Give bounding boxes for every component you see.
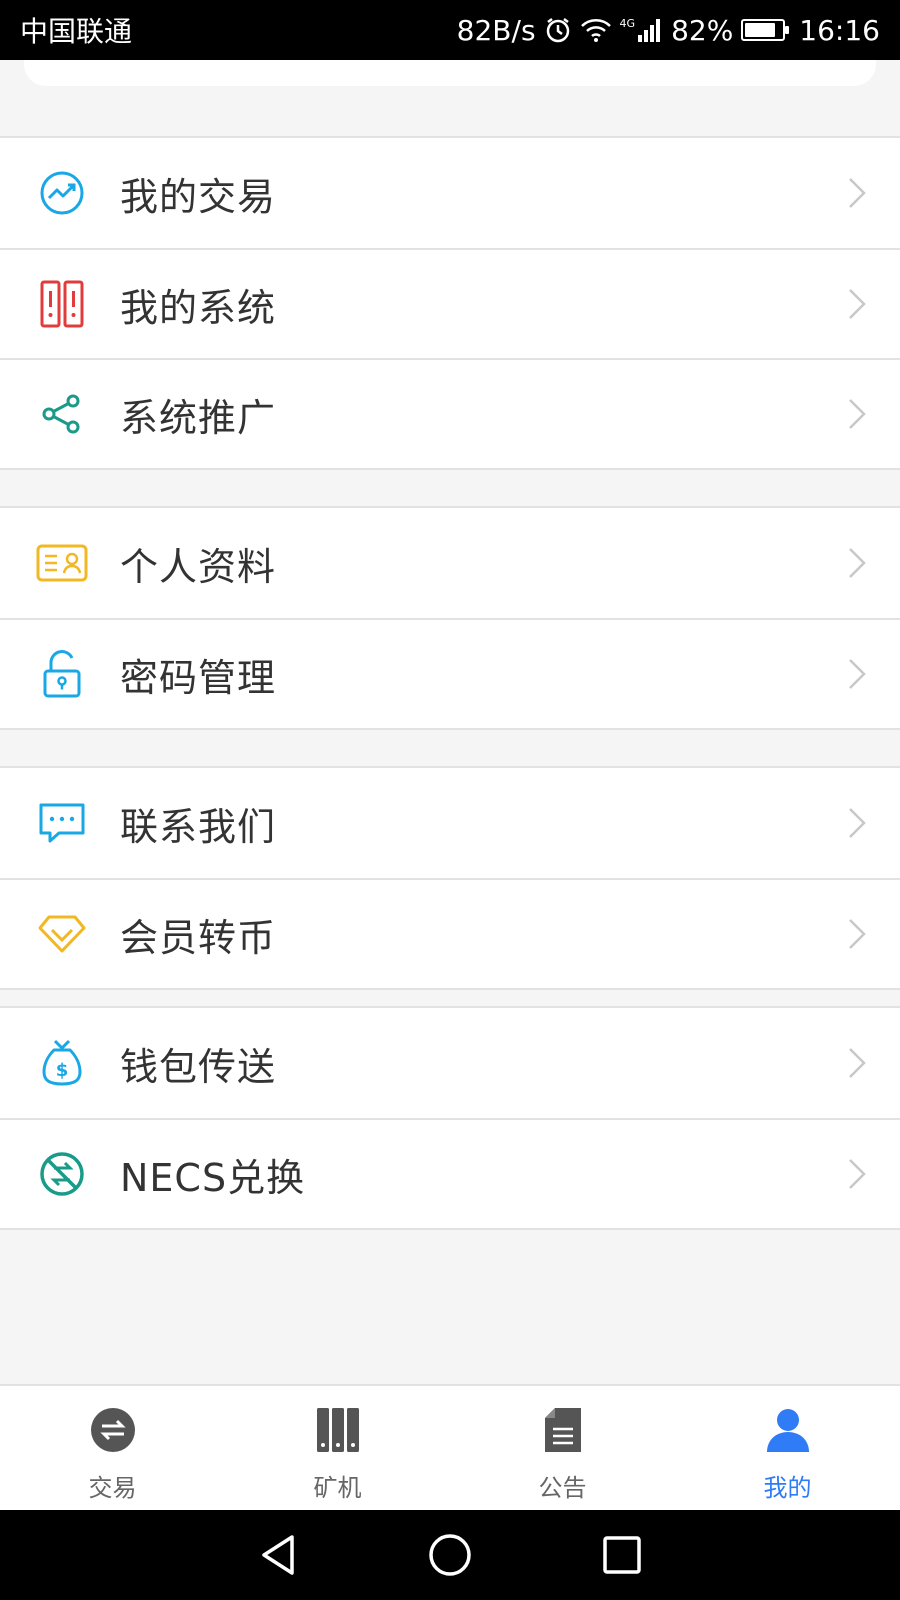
lock-icon: [36, 648, 88, 700]
network-speed: 82B/s: [456, 13, 536, 47]
menu-item-member-transfer[interactable]: 会员转币: [0, 878, 900, 988]
menu-section-trading: 我的交易 我的系统 系统推广: [0, 136, 900, 470]
chevron-right-icon: [849, 178, 866, 208]
home-icon[interactable]: [428, 1533, 472, 1577]
chat-bubble-icon: [36, 797, 88, 849]
chevron-right-icon: [849, 1159, 866, 1189]
chevron-right-icon: [849, 1048, 866, 1078]
chevron-right-icon: [849, 659, 866, 689]
diamond-icon: [36, 908, 88, 960]
chevron-right-icon: [849, 808, 866, 838]
menu-item-contact-us[interactable]: 联系我们: [0, 768, 900, 878]
menu-item-label: 系统推广: [120, 395, 277, 440]
menu-item-label: 会员转币: [120, 915, 277, 960]
tab-miner[interactable]: 矿机: [225, 1386, 450, 1510]
share-icon: [36, 388, 88, 440]
svg-text:$: $: [56, 1060, 69, 1081]
menu-item-wallet-transfer[interactable]: $ 钱包传送: [0, 1008, 900, 1118]
tab-trade[interactable]: 交易: [0, 1386, 225, 1510]
tab-label: 交易: [88, 1474, 137, 1502]
battery-percent: 82%: [671, 13, 734, 47]
menu-section-service: 联系我们 会员转币: [0, 766, 900, 990]
miner-icon: [314, 1406, 362, 1454]
user-icon: [764, 1406, 812, 1454]
recent-apps-icon[interactable]: [602, 1535, 642, 1575]
menu-item-label: 钱包传送: [120, 1044, 277, 1089]
menu-item-necs-exchange[interactable]: NECS兑换: [0, 1118, 900, 1228]
menu-item-my-system[interactable]: 我的系统: [0, 248, 900, 358]
menu-item-my-trades[interactable]: 我的交易: [0, 138, 900, 248]
status-bar: 中国联通 82B/s 4G 82% 16:16: [0, 0, 900, 60]
exchange-circle-icon: [89, 1406, 137, 1454]
trend-chart-icon: [36, 167, 88, 219]
clock-time: 16:16: [799, 13, 880, 47]
menu-item-label: 我的系统: [120, 285, 277, 330]
menu-section-account: 个人资料 密码管理: [0, 506, 900, 730]
chevron-right-icon: [849, 399, 866, 429]
wifi-icon: [580, 17, 612, 43]
document-icon: [539, 1406, 587, 1454]
status-icons: 82B/s 4G 82% 16:16: [457, 14, 880, 47]
battery-icon: [741, 19, 790, 41]
id-card-icon: [36, 537, 88, 589]
chevron-right-icon: [849, 548, 866, 578]
tab-label: 我的: [763, 1474, 812, 1502]
menu-item-label: 个人资料: [120, 544, 277, 589]
menu-item-label: 联系我们: [120, 804, 277, 849]
menu-item-profile[interactable]: 个人资料: [0, 508, 900, 618]
network-type: 4G: [619, 17, 636, 30]
tab-announcement[interactable]: 公告: [450, 1386, 675, 1510]
tab-label: 公告: [538, 1474, 587, 1502]
system-navigation-bar: [0, 1510, 900, 1600]
menu-item-password-management[interactable]: 密码管理: [0, 618, 900, 728]
server-rack-icon: [36, 278, 88, 330]
profile-card-bottom: [24, 60, 876, 86]
menu-item-label: NECS兑换: [120, 1155, 306, 1200]
menu-section-wallet: $ 钱包传送 NECS兑换: [0, 1006, 900, 1230]
tab-label: 矿机: [313, 1474, 362, 1502]
money-bag-icon: $: [36, 1037, 88, 1089]
chevron-right-icon: [849, 289, 866, 319]
signal-icon: 4G: [620, 17, 664, 43]
chevron-right-icon: [849, 919, 866, 949]
bottom-tab-bar: 交易 矿机 公告 我的: [0, 1384, 900, 1510]
carrier-name: 中国联通: [20, 15, 133, 48]
menu-item-label: 我的交易: [120, 174, 277, 219]
menu-item-system-promotion[interactable]: 系统推广: [0, 358, 900, 468]
menu-item-label: 密码管理: [120, 655, 277, 700]
exchange-icon: [36, 1148, 88, 1200]
back-icon[interactable]: [258, 1533, 298, 1577]
tab-mine[interactable]: 我的: [675, 1386, 900, 1510]
alarm-icon: [544, 16, 572, 44]
